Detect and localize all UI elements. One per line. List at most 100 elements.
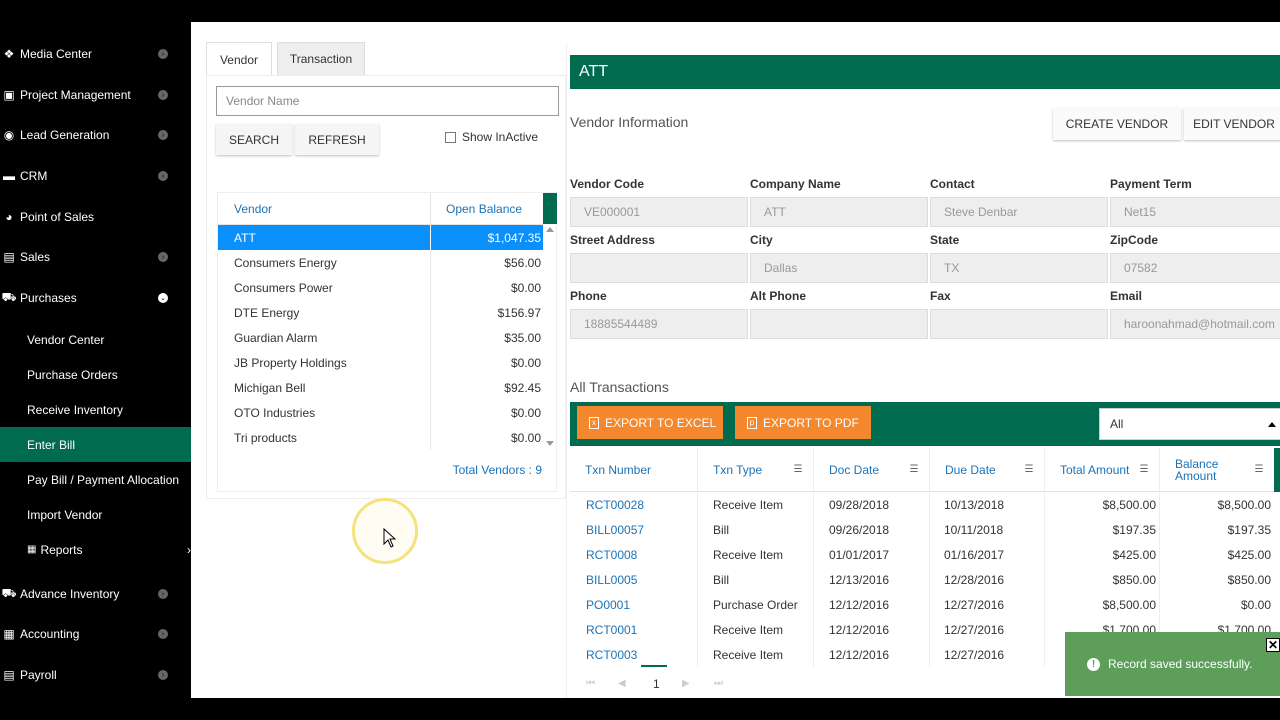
vendor-name-input[interactable] (216, 86, 559, 116)
filter-icon[interactable]: ☰ (1252, 465, 1266, 475)
fax-field[interactable] (930, 309, 1108, 339)
total-amount-cell: $8,500.00 (1102, 598, 1156, 612)
txn-number-cell[interactable]: RCT0003 (586, 648, 637, 662)
show-inactive-checkbox[interactable] (445, 131, 456, 143)
edit-vendor-button[interactable]: EDIT VENDOR (1184, 108, 1280, 140)
table-row[interactable]: JB Property Holdings $0.00 (218, 350, 543, 375)
sidebar-sub-label: Receive Inventory (27, 402, 124, 417)
sidebar-item-advance-inventory[interactable]: ⛟ Advance Inventory › (0, 574, 191, 614)
sidebar-sub-pay-bill[interactable]: Pay Bill / Payment Allocation (0, 462, 191, 497)
email-field[interactable]: haroonahmad@hotmail.com (1110, 309, 1280, 339)
street-address-field[interactable] (570, 253, 748, 283)
sidebar-sub-receive-inventory[interactable]: Receive Inventory (0, 392, 191, 427)
vendor-grid-header: Vendor Open Balance (218, 193, 543, 225)
column-header-vendor[interactable]: Vendor (234, 202, 272, 216)
create-vendor-button[interactable]: CREATE VENDOR (1053, 108, 1181, 140)
txn-number-cell[interactable]: BILL00057 (586, 523, 644, 537)
contact-field[interactable]: Steve Denbar (930, 197, 1108, 227)
table-row[interactable]: RCT00028 Receive Item 09/28/2018 10/13/2018… (570, 492, 1280, 517)
filter-icon[interactable]: ☰ (791, 465, 805, 475)
column-header-balance-amount[interactable]: Balance Amount ☰ (1159, 448, 1274, 492)
city-field[interactable]: Dallas (750, 253, 928, 283)
payment-term-field[interactable]: Net15 (1110, 197, 1280, 227)
scroll-up-icon[interactable] (546, 227, 554, 232)
sidebar-sub-reports[interactable]: ▦ Reports › (0, 532, 191, 567)
sidebar-item-accounting[interactable]: ▦ Accounting › (0, 614, 191, 654)
column-header-open-balance[interactable]: Open Balance (430, 193, 543, 225)
first-page-icon[interactable]: ⏮ (586, 678, 595, 689)
table-row[interactable]: PO0001 Purchase Order 12/12/2016 12/27/2016… (570, 592, 1280, 617)
table-row[interactable]: Consumers Power $0.00 (218, 275, 543, 300)
sidebar-item-payroll[interactable]: ▤ Payroll › (0, 655, 191, 695)
table-row[interactable]: Michigan Bell $92.45 (218, 375, 543, 400)
open-balance-cell: $92.45 (504, 381, 541, 395)
alt-phone-field[interactable] (750, 309, 928, 339)
table-row[interactable]: DTE Energy $156.97 (218, 300, 543, 325)
sidebar-item-lead-generation[interactable]: ◉ Lead Generation › (0, 115, 191, 155)
sidebar-sub-label: Reports (40, 542, 83, 557)
sidebar-item-point-of-sales[interactable]: ◕ Point of Sales (0, 197, 191, 237)
sidebar-sub-import-vendor[interactable]: Import Vendor (0, 497, 191, 532)
table-row[interactable]: Guardian Alarm $35.00 (218, 325, 543, 350)
sidebar-item-sales[interactable]: ▤ Sales › (0, 237, 191, 277)
page-number-current[interactable]: 1 (653, 677, 660, 691)
txn-number-cell[interactable]: RCT00028 (586, 498, 644, 512)
search-button[interactable]: SEARCH (216, 124, 292, 155)
money-icon: ▤ (3, 250, 15, 264)
balance-amount-cell: $8,500.00 (1217, 498, 1271, 512)
export-pdf-button[interactable]: p EXPORT TO PDF (735, 406, 871, 439)
column-header-txn-number[interactable]: Txn Number (570, 448, 697, 492)
txn-number-cell[interactable]: RCT0001 (586, 623, 637, 637)
scroll-down-icon[interactable] (546, 441, 554, 446)
sidebar-item-purchases[interactable]: ⛟ Purchases ⌄ (0, 278, 191, 318)
table-row[interactable]: OTO Industries $0.00 (218, 400, 543, 425)
fax-label: Fax (930, 289, 951, 303)
column-header-doc-date[interactable]: Doc Date ☰ (813, 448, 929, 492)
table-row[interactable]: Consumers Energy $56.00 (218, 250, 543, 275)
table-row[interactable]: RCT0008 Receive Item 01/01/2017 01/16/2017 $… (570, 542, 1280, 567)
table-row[interactable]: ATT $1,047.35 (218, 225, 543, 250)
last-page-icon[interactable]: ⏭ (714, 678, 723, 689)
export-excel-button[interactable]: x EXPORT TO EXCEL (577, 406, 723, 439)
filter-icon[interactable]: ☰ (1137, 465, 1151, 475)
payment-term-label: Payment Term (1110, 177, 1192, 191)
txn-type-cell: Receive Item (713, 648, 784, 662)
table-row[interactable]: Tri products $0.00 (218, 425, 543, 450)
zipcode-field[interactable]: 07582 (1110, 253, 1280, 283)
sidebar-sub-vendor-center[interactable]: Vendor Center (0, 322, 191, 357)
sidebar-item-project-management[interactable]: ▣ Project Management › (0, 75, 191, 115)
balance-amount-cell: $197.35 (1227, 523, 1271, 537)
column-header-due-date[interactable]: Due Date ☰ (929, 448, 1044, 492)
sidebar-sub-purchase-orders[interactable]: Purchase Orders (0, 357, 191, 392)
sidebar-item-crm[interactable]: ▬ CRM › (0, 156, 191, 196)
column-header-txn-type[interactable]: Txn Type ☰ (697, 448, 813, 492)
table-row[interactable]: BILL0005 Bill 12/13/2016 12/28/2016 $850.00 $… (570, 567, 1280, 592)
txn-number-cell[interactable]: PO0001 (586, 598, 630, 612)
sidebar-sub-label: Import Vendor (27, 507, 103, 522)
filter-icon[interactable]: ☰ (1022, 465, 1036, 475)
company-name-field[interactable]: ATT (750, 197, 928, 227)
phone-field[interactable]: 18885544489 (570, 309, 748, 339)
txn-number-cell[interactable]: BILL0005 (586, 573, 637, 587)
transaction-filter-select[interactable]: All (1099, 408, 1280, 440)
vendor-grid-scrollbar[interactable] (543, 225, 557, 450)
next-page-icon[interactable]: ▶ (682, 678, 690, 689)
filter-icon[interactable]: ☰ (907, 465, 921, 475)
state-field[interactable]: TX (930, 253, 1108, 283)
sidebar-item-media-center[interactable]: ❖ Media Center › (0, 34, 191, 74)
close-icon[interactable]: ✕ (1266, 638, 1280, 652)
search-button-label: SEARCH (228, 132, 279, 147)
table-row[interactable]: BILL00057 Bill 09/26/2018 10/11/2018 $197.35… (570, 517, 1280, 542)
vendor-code-field[interactable]: VE000001 (570, 197, 748, 227)
sidebar-item-label: Lead Generation (20, 128, 110, 142)
sidebar-item-label: Accounting (20, 627, 80, 641)
refresh-button[interactable]: REFRESH (295, 124, 379, 155)
txn-number-cell[interactable]: RCT0008 (586, 548, 637, 562)
column-header-total-amount[interactable]: Total Amount ☰ (1044, 448, 1159, 492)
prev-page-icon[interactable]: ◀ (618, 678, 626, 689)
sidebar-sub-enter-bill[interactable]: Enter Bill (0, 427, 191, 462)
transactions-header: Txn Number Txn Type ☰ Doc Date ☰ Due Date ☰… (570, 448, 1280, 492)
tab-vendor[interactable]: Vendor (206, 42, 272, 76)
tab-transaction[interactable]: Transaction (277, 42, 365, 76)
show-inactive-toggle[interactable]: Show InActive (445, 130, 538, 144)
